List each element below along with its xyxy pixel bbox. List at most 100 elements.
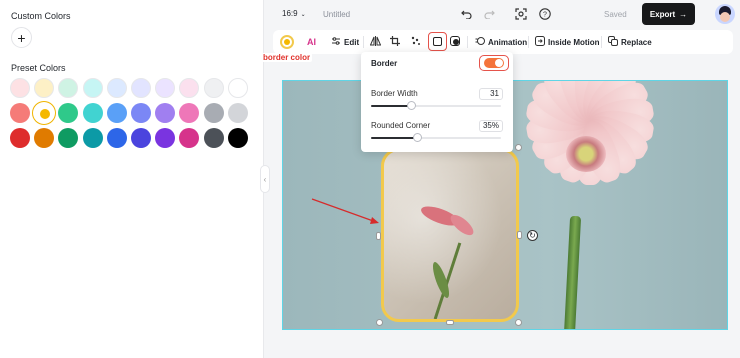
slider-knob[interactable] bbox=[412, 133, 422, 142]
undo-icon[interactable] bbox=[458, 6, 474, 22]
color-swatch[interactable] bbox=[106, 128, 127, 148]
border-toggle[interactable] bbox=[484, 58, 504, 68]
aspect-ratio-select[interactable]: 16:9 ⌄ bbox=[282, 9, 306, 18]
toolbar-divider bbox=[363, 36, 364, 48]
color-swatch[interactable] bbox=[82, 128, 103, 148]
color-swatch[interactable] bbox=[203, 78, 224, 98]
crop-icon bbox=[390, 36, 400, 48]
color-swatch[interactable] bbox=[130, 103, 151, 123]
screenshot-icon[interactable] bbox=[513, 6, 529, 22]
redo-icon[interactable] bbox=[481, 6, 497, 22]
color-swatch[interactable] bbox=[179, 128, 200, 148]
border-square-icon bbox=[433, 37, 442, 46]
ai-tool-button[interactable]: AI bbox=[307, 34, 316, 50]
color-swatch[interactable] bbox=[82, 78, 103, 98]
color-swatch[interactable] bbox=[203, 128, 224, 148]
arrow-right-icon: → bbox=[679, 9, 688, 19]
rounded-corner-input[interactable]: 35% bbox=[479, 120, 503, 132]
ai-sparkle-icon: AI bbox=[307, 37, 316, 47]
export-label: Export bbox=[649, 9, 676, 19]
color-swatch[interactable] bbox=[227, 128, 248, 148]
color-swatch[interactable] bbox=[10, 78, 30, 98]
border-width-slider[interactable] bbox=[371, 101, 501, 110]
border-title: Border bbox=[371, 59, 398, 68]
preset-color-grid bbox=[10, 78, 248, 148]
replace-button[interactable]: Replace bbox=[608, 34, 652, 50]
animation-button[interactable]: Animation bbox=[475, 34, 527, 50]
color-swatch[interactable] bbox=[155, 103, 176, 123]
user-avatar[interactable] bbox=[715, 4, 735, 24]
resize-handle-br[interactable] bbox=[515, 319, 522, 326]
color-swatch[interactable] bbox=[10, 128, 30, 148]
border-color-annotation: border color bbox=[261, 53, 313, 62]
resize-handle-left[interactable] bbox=[376, 232, 381, 240]
svg-text:?: ? bbox=[543, 12, 547, 19]
fill-color-icon[interactable] bbox=[280, 35, 294, 49]
color-swatch[interactable] bbox=[179, 103, 200, 123]
color-swatch[interactable] bbox=[155, 78, 176, 98]
border-width-input[interactable]: 31 bbox=[479, 88, 503, 100]
border-button[interactable] bbox=[428, 32, 447, 51]
color-swatch[interactable] bbox=[58, 103, 79, 123]
resize-handle-bottom[interactable] bbox=[446, 320, 454, 325]
color-swatch[interactable] bbox=[10, 103, 30, 123]
color-swatch[interactable] bbox=[34, 103, 55, 123]
flower-center bbox=[566, 136, 606, 172]
top-bar: 16:9 ⌄ Untitled ? Saved Export → bbox=[264, 0, 740, 28]
help-icon[interactable]: ? bbox=[537, 6, 553, 22]
sliders-icon bbox=[331, 36, 341, 49]
color-swatch[interactable] bbox=[34, 128, 55, 148]
document-title[interactable]: Untitled bbox=[323, 10, 350, 19]
dots-icon bbox=[411, 36, 421, 48]
add-custom-color-button[interactable]: + bbox=[11, 27, 32, 48]
replace-label: Replace bbox=[621, 37, 652, 47]
rounded-corner-slider[interactable] bbox=[371, 133, 501, 142]
edit-label: Edit bbox=[344, 37, 360, 47]
color-swatch[interactable] bbox=[227, 103, 248, 123]
edit-button[interactable]: Edit bbox=[331, 34, 359, 50]
color-panel: Custom Colors + Preset Colors bbox=[0, 0, 264, 358]
annotation-arrow bbox=[311, 198, 379, 224]
inside-motion-label: Inside Motion bbox=[548, 37, 600, 47]
photo-shade bbox=[384, 151, 516, 319]
rotate-icon[interactable]: ↻ bbox=[527, 230, 538, 241]
rounded-corner-label: Rounded Corner bbox=[371, 121, 431, 130]
animation-label: Animation bbox=[488, 37, 528, 47]
color-swatch[interactable] bbox=[106, 78, 127, 98]
inside-motion-button[interactable]: Inside Motion bbox=[535, 34, 600, 50]
preset-colors-title: Preset Colors bbox=[11, 63, 66, 73]
color-swatch[interactable] bbox=[155, 128, 176, 148]
color-swatch[interactable] bbox=[58, 78, 79, 98]
color-swatch[interactable] bbox=[58, 128, 79, 148]
resize-handle-right[interactable] bbox=[517, 231, 522, 239]
toolbar-divider bbox=[601, 36, 602, 48]
color-swatch[interactable] bbox=[130, 128, 151, 148]
mask-icon[interactable] bbox=[450, 36, 460, 46]
crop-button[interactable] bbox=[390, 34, 400, 50]
color-swatch[interactable] bbox=[106, 103, 127, 123]
toolbar-divider bbox=[467, 36, 468, 48]
color-swatch[interactable] bbox=[227, 78, 248, 98]
adjust-button[interactable] bbox=[411, 34, 421, 50]
resize-handle-bl[interactable] bbox=[376, 319, 383, 326]
color-swatch[interactable] bbox=[34, 78, 55, 98]
collapse-panel-handle[interactable]: ‹ bbox=[260, 165, 270, 193]
color-swatch[interactable] bbox=[179, 78, 200, 98]
chevron-left-icon: ‹ bbox=[263, 174, 267, 184]
flip-button[interactable] bbox=[369, 34, 382, 50]
animation-icon bbox=[475, 36, 485, 48]
element-toolbar: AI Edit Animation Inside Motion Replace bbox=[273, 30, 733, 54]
color-swatch[interactable] bbox=[130, 78, 151, 98]
color-swatch[interactable] bbox=[203, 103, 224, 123]
framed-photo[interactable] bbox=[381, 148, 519, 322]
aspect-ratio-value: 16:9 bbox=[282, 9, 298, 18]
export-button[interactable]: Export → bbox=[642, 3, 695, 25]
border-toggle-highlight bbox=[479, 55, 509, 71]
flip-icon bbox=[369, 36, 382, 48]
border-width-label: Border Width bbox=[371, 89, 418, 98]
resize-handle-tr[interactable] bbox=[515, 144, 522, 151]
slider-fill bbox=[371, 137, 417, 139]
color-swatch[interactable] bbox=[82, 103, 103, 123]
save-status: Saved bbox=[604, 10, 627, 19]
slider-knob[interactable] bbox=[407, 101, 417, 110]
